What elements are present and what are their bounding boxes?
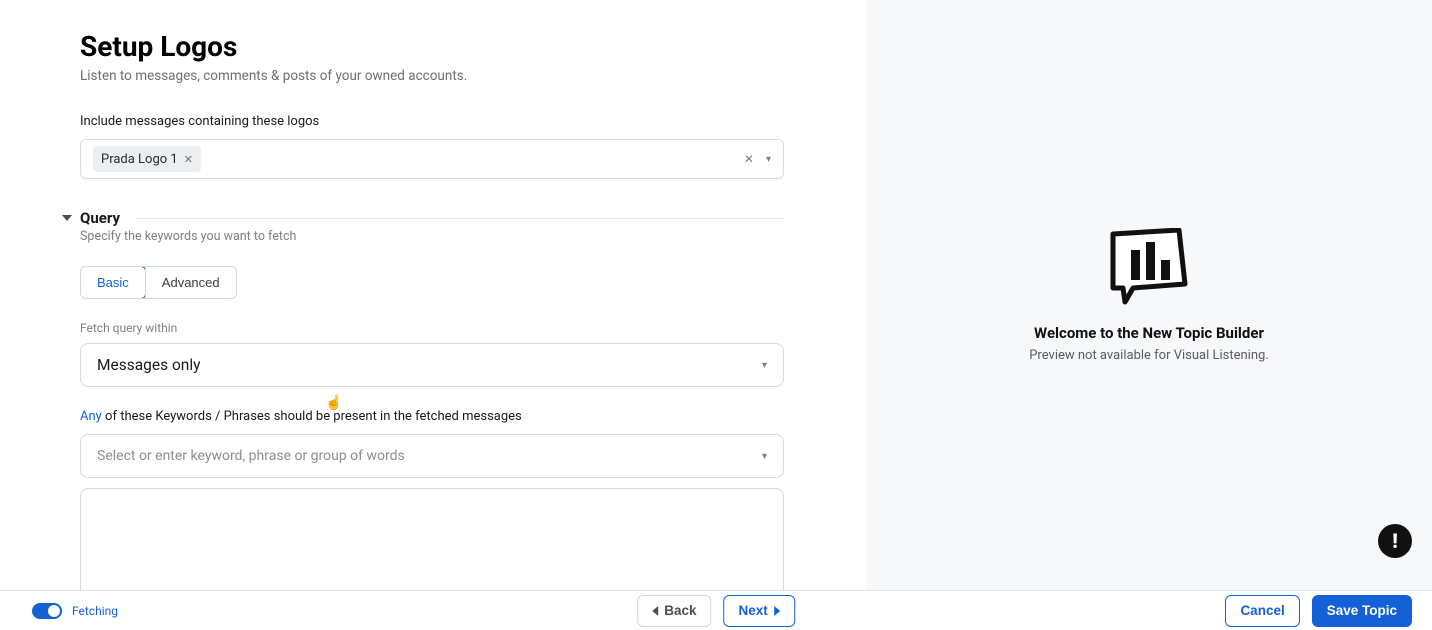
logo-chip[interactable]: Prada Logo 1 ✕ (93, 146, 201, 172)
fetching-toggle[interactable] (32, 603, 62, 619)
tab-advanced[interactable]: Advanced (145, 267, 236, 298)
logos-multiselect[interactable]: Prada Logo 1 ✕ ✕ ▾ (80, 139, 784, 179)
chevron-down-icon[interactable]: ▾ (766, 154, 771, 165)
page-subtitle: Listen to messages, comments & posts of … (80, 68, 866, 84)
next-button[interactable]: Next (724, 595, 795, 627)
left-pane: Setup Logos Listen to messages, comments… (0, 0, 866, 590)
caret-left-icon (652, 606, 658, 616)
caret-right-icon (774, 606, 780, 616)
save-topic-button[interactable]: Save Topic (1312, 595, 1412, 627)
logos-field-label: Include messages containing these logos (80, 114, 866, 129)
keywords-textarea[interactable] (80, 488, 784, 590)
clear-all-icon[interactable]: ✕ (744, 152, 754, 166)
keywords-any-word: Any (80, 409, 102, 424)
fetch-within-value: Messages only (97, 356, 200, 374)
cancel-button[interactable]: Cancel (1225, 595, 1299, 627)
query-section-subtitle: Specify the keywords you want to fetch (80, 229, 866, 244)
chip-remove-icon[interactable]: ✕ (184, 153, 193, 166)
keywords-placeholder: Select or enter keyword, phrase or group… (97, 448, 405, 464)
collapse-caret-icon[interactable] (62, 215, 72, 221)
query-mode-segment: Basic Advanced (80, 266, 237, 299)
chevron-down-icon: ▾ (762, 451, 767, 462)
logo-chip-label: Prada Logo 1 (101, 152, 178, 167)
keywords-description: Any of these Keywords / Phrases should b… (80, 409, 866, 424)
divider (136, 218, 784, 219)
chat-bars-icon (1107, 228, 1191, 306)
preview-subtitle: Preview not available for Visual Listeni… (1029, 348, 1269, 363)
back-button[interactable]: Back (637, 595, 711, 627)
fetch-within-label: Fetch query within (80, 321, 866, 335)
fetch-within-dropdown[interactable]: Messages only ▾ (80, 343, 784, 387)
tab-basic[interactable]: Basic (80, 266, 146, 299)
alert-badge[interactable]: ! (1378, 524, 1412, 558)
chevron-down-icon: ▾ (762, 360, 767, 371)
fetching-toggle-label: Fetching (72, 604, 118, 618)
keywords-input[interactable]: Select or enter keyword, phrase or group… (80, 434, 784, 478)
footer-bar: Fetching Back Next Cancel Save Topic (0, 590, 1432, 630)
preview-pane: Welcome to the New Topic Builder Preview… (866, 0, 1432, 590)
page-title: Setup Logos (80, 30, 866, 63)
preview-title: Welcome to the New Topic Builder (1034, 324, 1264, 342)
query-section-title: Query (80, 209, 120, 227)
